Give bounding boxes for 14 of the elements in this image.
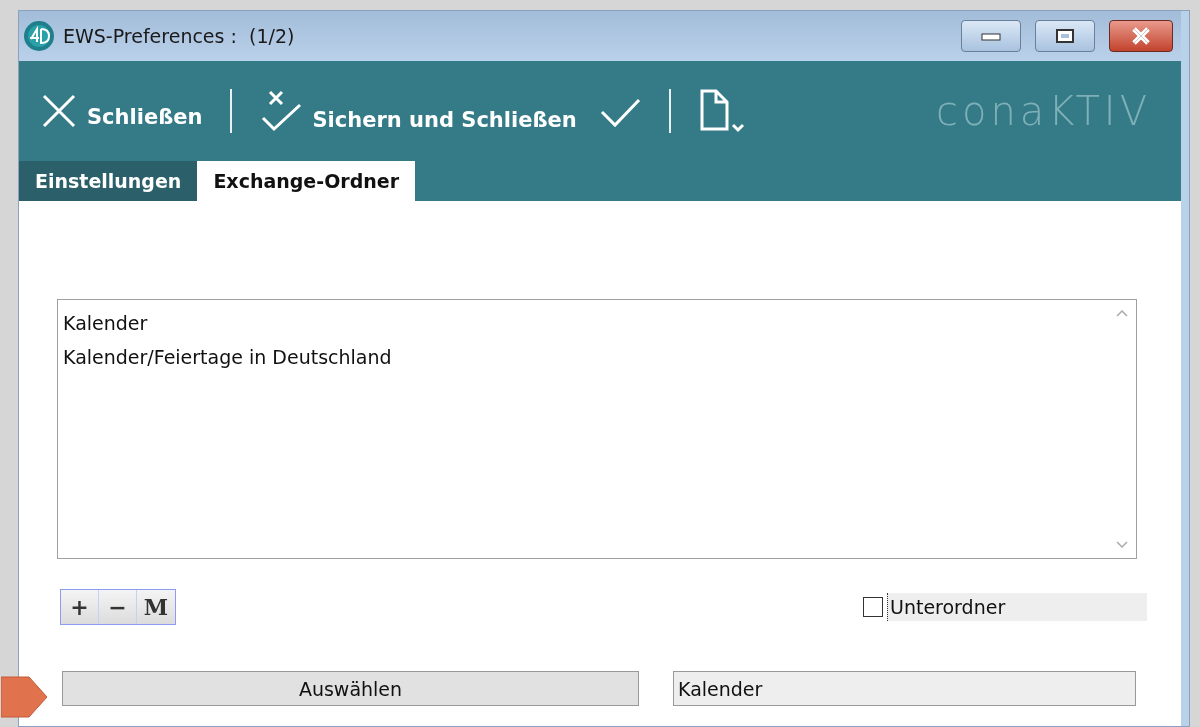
tab[interactable]: Einstellungen (19, 161, 198, 201)
add-button[interactable]: + (61, 590, 99, 624)
list-item[interactable]: Kalender (63, 308, 1103, 338)
checkbox-label: Unterordner (887, 593, 1147, 621)
list-item[interactable]: Kalender/Feiertage in Deutschland (63, 342, 1103, 372)
select-button[interactable]: Auswählen (62, 671, 639, 706)
close-button[interactable]: Schließen (37, 89, 207, 133)
m-button[interactable]: M (137, 590, 175, 624)
tab[interactable]: Exchange-Ordner (197, 161, 416, 201)
remove-button[interactable]: − (99, 590, 137, 624)
save-close-button[interactable]: Sichern und Schließen (256, 86, 581, 136)
folder-field[interactable]: Kalender (673, 671, 1136, 706)
window-title: EWS-Preferences : (1/2) (63, 25, 296, 47)
logo: conaKTIV (935, 88, 1151, 134)
